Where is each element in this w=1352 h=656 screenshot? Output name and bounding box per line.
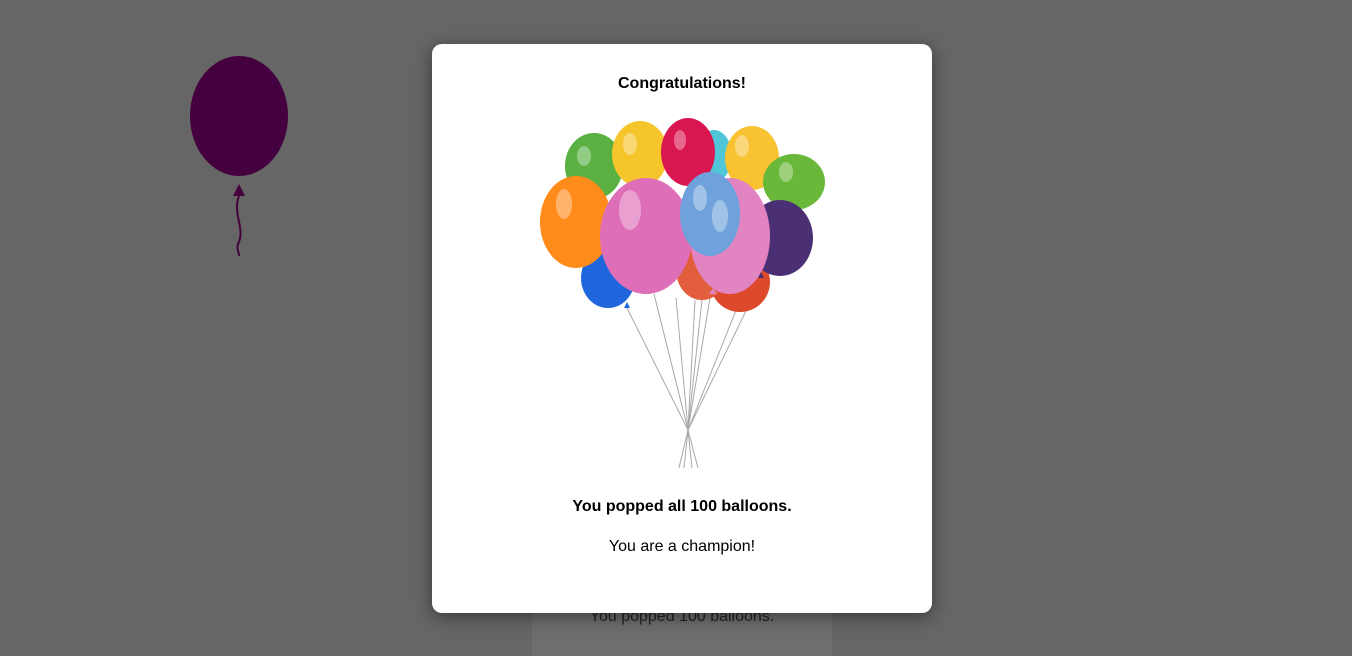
popped-all-message: You popped all 100 balloons. [572, 498, 792, 515]
balloon-bunch-image [540, 118, 825, 469]
congratulations-modal: Congratulations! You popped all 100 ball… [432, 44, 932, 613]
game-stage: You popped 100 balloons. Congratulations… [0, 0, 1352, 656]
modal-title: Congratulations! [618, 75, 746, 92]
champion-message: You are a champion! [608, 538, 756, 555]
purple-balloon[interactable] [186, 54, 292, 260]
